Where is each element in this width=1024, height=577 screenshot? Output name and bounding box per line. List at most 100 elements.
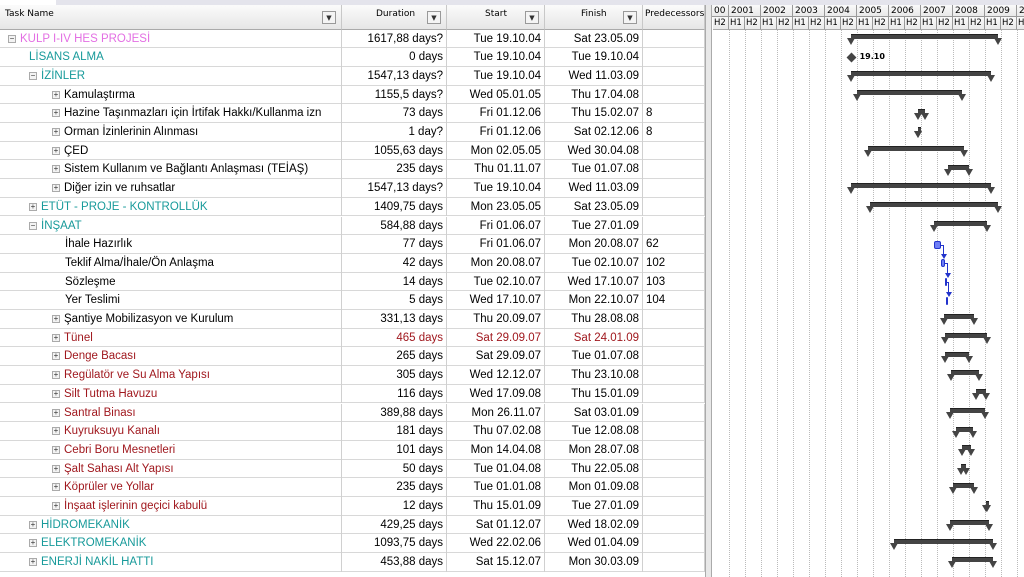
task-name-cell[interactable]: + Denge Bacası: [0, 347, 342, 367]
task-row[interactable]: + Hazine Taşınmazları için İrtifak Hakkı/…: [0, 104, 705, 123]
expand-icon[interactable]: +: [52, 90, 60, 99]
predecessors-cell[interactable]: [643, 440, 705, 460]
duration-cell[interactable]: 116 days: [342, 384, 447, 404]
duration-cell[interactable]: 305 days: [342, 366, 447, 385]
task-row[interactable]: − İZİNLER 1547,13 days? Tue 19.10.04 Wed 11.…: [0, 66, 705, 86]
task-name-cell[interactable]: + ETÜT - PROJE - KONTROLLÜK: [0, 197, 342, 217]
expand-icon[interactable]: +: [52, 146, 60, 155]
start-cell[interactable]: Tue 19.10.04: [447, 66, 545, 86]
task-row[interactable]: İhale Hazırlık 77 days Fri 01.06.07 Mon 20.…: [0, 235, 705, 254]
start-cell[interactable]: Tue 01.01.08: [447, 478, 545, 497]
finish-cell[interactable]: Wed 18.02.09: [545, 515, 643, 535]
expand-icon[interactable]: +: [29, 520, 37, 529]
task-name-cell[interactable]: + ELEKTROMEKANİK: [0, 534, 342, 554]
task-row[interactable]: + Cebri Boru Mesnetleri 101 days Mon 14.04.…: [0, 440, 705, 460]
collapse-icon[interactable]: −: [29, 71, 37, 80]
predecessors-cell[interactable]: [643, 384, 705, 404]
finish-cell[interactable]: Wed 11.03.09: [545, 179, 643, 198]
summary-bar[interactable]: [944, 333, 987, 339]
task-name-cell[interactable]: + İnşaat işlerinin geçici kabulü: [0, 497, 342, 516]
predecessors-cell[interactable]: [643, 85, 705, 105]
collapse-icon[interactable]: −: [29, 221, 37, 230]
task-name-cell[interactable]: + Orman İzinlerinin Alınması: [0, 123, 342, 142]
finish-cell[interactable]: Thu 15.01.09: [545, 384, 643, 404]
duration-cell[interactable]: 42 days: [342, 253, 447, 273]
start-cell[interactable]: Mon 23.05.05: [447, 197, 545, 217]
finish-cell[interactable]: Mon 28.07.08: [545, 440, 643, 460]
start-cell[interactable]: Wed 22.02.06: [447, 534, 545, 554]
predecessors-cell[interactable]: [643, 197, 705, 217]
task-row[interactable]: + ENERJİ NAKİL HATTI 453,88 days Sat 15.12.…: [0, 553, 705, 572]
predecessors-cell[interactable]: [643, 497, 705, 516]
finish-cell[interactable]: Wed 11.03.09: [545, 66, 643, 86]
expand-icon[interactable]: +: [52, 352, 60, 361]
task-name-cell[interactable]: İhale Hazırlık: [0, 235, 342, 254]
predecessors-cell[interactable]: [643, 66, 705, 86]
task-name-cell[interactable]: + Cebri Boru Mesnetleri: [0, 440, 342, 460]
filter-dropdown-icon[interactable]: ▼: [525, 11, 539, 24]
task-name-cell[interactable]: + HİDROMEKANİK: [0, 515, 342, 535]
task-row[interactable]: + İnşaat işlerinin geçici kabulü 12 days Th…: [0, 497, 705, 516]
predecessors-cell[interactable]: 104: [643, 291, 705, 310]
milestone-diamond[interactable]: [846, 52, 857, 62]
task-row[interactable]: + Tünel 465 days Sat 29.09.07 Sat 24.01.09: [0, 328, 705, 348]
start-cell[interactable]: Tue 19.10.04: [447, 48, 545, 67]
task-row[interactable]: + ÇED 1055,63 days Mon 02.05.05 Wed 30.04.08: [0, 141, 705, 161]
task-name-cell[interactable]: + Köprüler ve Yollar: [0, 478, 342, 497]
task-row[interactable]: + Sistem Kullanım ve Bağlantı Anlaşması (…: [0, 160, 705, 180]
task-row[interactable]: + HİDROMEKANİK 429,25 days Sat 01.12.07 Wed …: [0, 515, 705, 535]
duration-cell[interactable]: 235 days: [342, 160, 447, 180]
task-row[interactable]: + ELEKTROMEKANİK 1093,75 days Wed 22.02.06 W…: [0, 534, 705, 554]
column-header-task-name[interactable]: Task Name ▼: [0, 5, 342, 30]
expand-icon[interactable]: +: [52, 109, 60, 118]
finish-cell[interactable]: Sat 02.12.06: [545, 123, 643, 142]
summary-bar[interactable]: [869, 202, 998, 208]
duration-cell[interactable]: 181 days: [342, 422, 447, 441]
task-name-cell[interactable]: Teklif Alma/İhale/Ön Anlaşma: [0, 253, 342, 273]
start-cell[interactable]: Fri 01.06.07: [447, 216, 545, 236]
task-row[interactable]: + Regülatör ve Su Alma Yapısı 305 days Wed …: [0, 366, 705, 385]
finish-cell[interactable]: Wed 01.04.09: [545, 534, 643, 554]
task-row[interactable]: + Silt Tutma Havuzu 116 days Wed 17.09.08 Th…: [0, 384, 705, 404]
filter-dropdown-icon[interactable]: ▼: [623, 11, 637, 24]
start-cell[interactable]: Thu 20.09.07: [447, 310, 545, 329]
duration-cell[interactable]: 453,88 days: [342, 553, 447, 572]
finish-cell[interactable]: Thu 28.08.08: [545, 310, 643, 329]
start-cell[interactable]: Tue 19.10.04: [447, 29, 545, 49]
summary-bar[interactable]: [850, 71, 992, 77]
predecessors-cell[interactable]: [643, 347, 705, 367]
finish-cell[interactable]: Tue 19.10.04: [545, 48, 643, 67]
predecessors-cell[interactable]: [643, 29, 705, 49]
duration-cell[interactable]: 1 day?: [342, 123, 447, 142]
task-name-cell[interactable]: − İZİNLER: [0, 66, 342, 86]
task-row[interactable]: + Diğer izin ve ruhsatlar 1547,13 days? Tue…: [0, 179, 705, 198]
predecessors-cell[interactable]: [643, 422, 705, 441]
start-cell[interactable]: Sat 29.09.07: [447, 328, 545, 348]
expand-icon[interactable]: +: [29, 558, 37, 567]
task-name-cell[interactable]: + Diğer izin ve ruhsatlar: [0, 179, 342, 198]
start-cell[interactable]: Fri 01.12.06: [447, 123, 545, 142]
predecessors-cell[interactable]: [643, 179, 705, 198]
view-splitter[interactable]: [705, 5, 712, 577]
expand-icon[interactable]: +: [52, 371, 60, 380]
expand-icon[interactable]: +: [52, 315, 60, 323]
filter-dropdown-icon[interactable]: ▼: [322, 11, 336, 24]
task-row[interactable]: + Orman İzinlerinin Alınması 1 day? Fri 01.…: [0, 123, 705, 142]
expand-icon[interactable]: +: [52, 502, 60, 510]
predecessors-cell[interactable]: [643, 310, 705, 329]
finish-cell[interactable]: Mon 01.09.08: [545, 478, 643, 497]
predecessors-cell[interactable]: [643, 534, 705, 554]
duration-cell[interactable]: 584,88 days: [342, 216, 447, 236]
expand-icon[interactable]: +: [52, 333, 60, 342]
duration-cell[interactable]: 1093,75 days: [342, 534, 447, 554]
duration-cell[interactable]: 14 days: [342, 272, 447, 292]
task-name-cell[interactable]: + ENERJİ NAKİL HATTI: [0, 553, 342, 572]
task-name-cell[interactable]: + Hazine Taşınmazları için İrtifak Hakkı/…: [0, 104, 342, 123]
task-name-cell[interactable]: + Tünel: [0, 328, 342, 348]
duration-cell[interactable]: 5 days: [342, 291, 447, 310]
start-cell[interactable]: Sat 15.12.07: [447, 553, 545, 572]
task-name-cell[interactable]: Yer Teslimi: [0, 291, 342, 310]
summary-bar[interactable]: [949, 407, 986, 413]
start-cell[interactable]: Wed 12.12.07: [447, 366, 545, 385]
duration-cell[interactable]: 429,25 days: [342, 515, 447, 535]
